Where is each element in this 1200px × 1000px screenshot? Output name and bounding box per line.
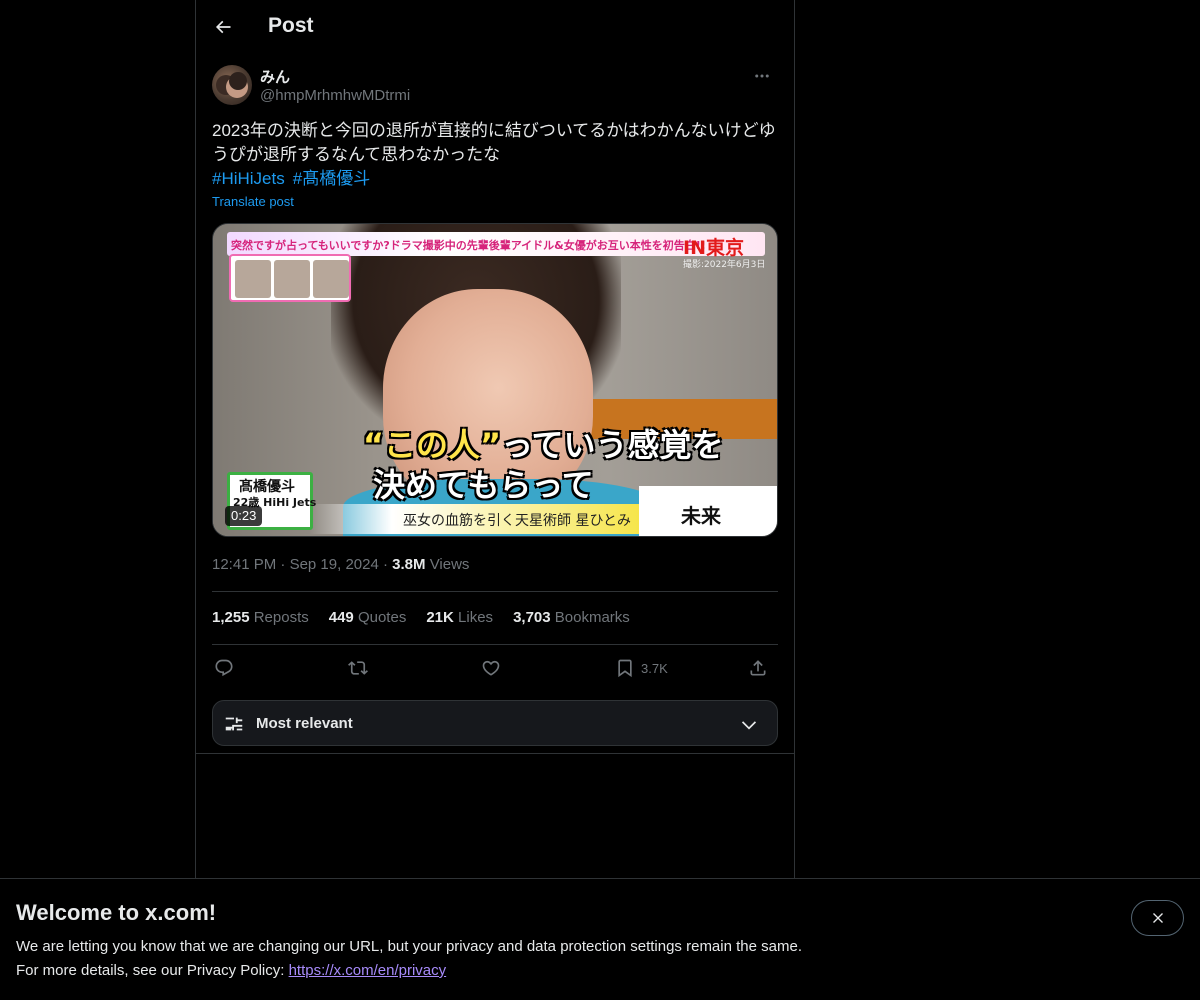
reply-icon xyxy=(215,659,233,677)
more-options-button[interactable] xyxy=(746,64,778,88)
quotes-label: Quotes xyxy=(357,609,407,626)
bookmark-button[interactable]: 3.7K xyxy=(615,652,668,684)
caption-quote: “この人” xyxy=(363,426,502,464)
hashtag-list: #HiHiJets #髙橋優斗 xyxy=(212,167,378,191)
author-row: みん @hmpMrhmhwMDtrmi xyxy=(212,64,778,108)
user-handle[interactable]: @hmpMrhmhwMDtrmi xyxy=(260,87,410,104)
close-icon xyxy=(1152,913,1163,923)
privacy-policy-link[interactable]: https://x.com/en/privacy xyxy=(289,962,447,979)
reposts-count: 1,255 xyxy=(212,609,250,626)
repost-icon xyxy=(348,661,368,675)
bookmark-icon xyxy=(618,659,632,678)
post-time[interactable]: 12:41 PM xyxy=(212,556,276,573)
share-icon xyxy=(750,660,766,676)
hashtag-link[interactable]: #HiHiJets xyxy=(212,169,285,188)
bookmark-count: 3.7K xyxy=(641,660,668,676)
views-count: 3.8M xyxy=(392,556,426,573)
quotes-stat[interactable]: 449 Quotes xyxy=(329,609,407,626)
reply-button[interactable] xyxy=(214,652,234,684)
post-date[interactable]: Sep 19, 2024 xyxy=(290,556,379,573)
sliders-icon xyxy=(225,717,243,731)
action-bar: 3.7K xyxy=(212,652,778,684)
reply-sort-dropdown[interactable]: Most relevant xyxy=(212,700,778,746)
like-button[interactable] xyxy=(481,652,501,684)
share-button[interactable] xyxy=(748,652,768,684)
name-card-name: 髙橋優斗 xyxy=(239,479,295,495)
banner-details-prefix: For more details, see our Privacy Policy… xyxy=(16,962,289,979)
inset-face xyxy=(274,260,310,298)
engagement-stats: 1,255 Reposts 449 Quotes 21K Likes 3,703 Bo… xyxy=(212,609,650,626)
divider xyxy=(212,591,778,592)
banner-message: We are letting you know that we are chan… xyxy=(16,938,802,955)
arrow-left-icon xyxy=(215,20,231,34)
post-header: Post xyxy=(196,0,794,55)
bookmarks-stat[interactable]: 3,703 Bookmarks xyxy=(513,609,630,626)
post-meta: 12:41 PM · Sep 19, 2024 · 3.8M Views xyxy=(212,556,470,573)
translate-post-link[interactable]: Translate post xyxy=(212,194,294,209)
divider xyxy=(212,644,778,645)
likes-count: 21K xyxy=(426,609,454,626)
avatar[interactable] xyxy=(212,65,252,105)
reposts-stat[interactable]: 1,255 Reposts xyxy=(212,609,309,626)
video-caption-line2: 決めてもらって xyxy=(373,466,594,504)
chevron-down-icon xyxy=(741,721,757,730)
video-lower-text: 巫女の血筋を引く天星術師 星ひとみ xyxy=(403,513,632,529)
welcome-banner: Welcome to x.com! We are letting you kno… xyxy=(0,878,1200,1000)
display-name[interactable]: みん xyxy=(260,66,290,87)
bookmarks-count: 3,703 xyxy=(513,609,551,626)
banner-message-details: For more details, see our Privacy Policy… xyxy=(16,962,446,979)
more-icon xyxy=(755,74,769,78)
main-column: Post みん @hmpMrhmhwMDtrmi 2023年の決断と今回の退所が… xyxy=(195,0,795,878)
video-topbar-text: 突然ですが占ってもいいですか?ドラマ撮影中の先輩後輩アイドル&女優がお互い本性を… xyxy=(231,239,706,252)
video-duration-badge: 0:23 xyxy=(225,506,263,526)
views-label: Views xyxy=(429,556,470,573)
inset-face xyxy=(313,260,349,298)
banner-title: Welcome to x.com! xyxy=(16,900,217,925)
caption-rest: っていう感覚を xyxy=(501,426,724,464)
avatar-image xyxy=(216,72,248,98)
quotes-count: 449 xyxy=(328,609,354,626)
back-button[interactable] xyxy=(204,8,242,46)
tweet-text: 2023年の決断と今回の退所が直接的に結びついてるかはわかんないけどゆうぴが退所… xyxy=(212,121,776,164)
heart-icon xyxy=(482,660,500,676)
page-title: Post xyxy=(268,14,314,37)
repost-button[interactable] xyxy=(348,652,368,684)
inset-faces xyxy=(229,254,351,302)
bookmarks-label: Bookmarks xyxy=(554,609,630,626)
hashtag-link[interactable]: #髙橋優斗 xyxy=(293,169,370,188)
video-future-text: 未来 xyxy=(681,504,721,528)
video-location-text: IN東京 xyxy=(683,237,744,259)
reposts-label: Reposts xyxy=(253,609,309,626)
likes-stat[interactable]: 21K Likes xyxy=(426,609,493,626)
video-date-note: 撮影:2022年6月3日 xyxy=(683,260,766,270)
close-banner-button[interactable] xyxy=(1131,900,1184,936)
divider xyxy=(196,753,794,754)
video-player[interactable]: 突然ですが占ってもいいですか?ドラマ撮影中の先輩後輩アイドル&女優がお互い本性を… xyxy=(212,223,778,537)
likes-label: Likes xyxy=(458,609,494,626)
inset-face xyxy=(235,260,271,298)
sort-label: Most relevant xyxy=(256,715,353,732)
